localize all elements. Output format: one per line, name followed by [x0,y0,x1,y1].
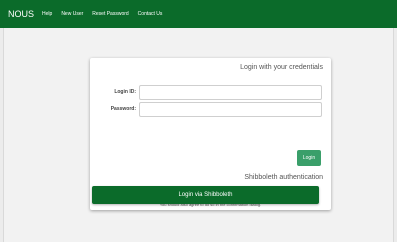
login-button[interactable]: Login [297,150,321,166]
nav-link-reset-password[interactable]: Reset Password [92,11,128,17]
shibboleth-login-button[interactable]: Login via Shibboleth [92,186,319,204]
top-navbar: NOUS Help New User Reset Password Contac… [0,0,397,28]
page-content: Login with your credentials Login ID: Pa… [3,28,394,242]
login-heading: Login with your credentials [240,64,323,71]
password-label: Password: [110,106,136,112]
shibboleth-heading: Shibboleth authentication [244,174,323,181]
nav-link-help[interactable]: Help [42,11,52,17]
nav-link-contact-us[interactable]: Contact Us [138,11,163,17]
login-id-label: Login ID: [114,89,136,95]
nav-link-new-user[interactable]: New User [61,11,83,17]
brand-logo[interactable]: NOUS [8,9,34,19]
login-id-input[interactable] [139,85,322,100]
password-input[interactable] [139,102,322,117]
